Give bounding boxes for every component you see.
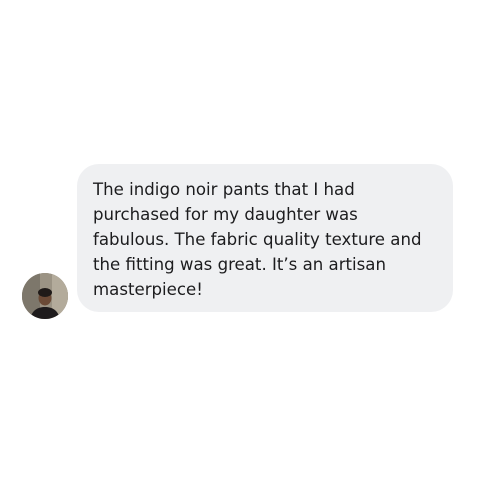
message-bubble[interactable]: The indigo noir pants that I had purchas… — [77, 164, 453, 312]
message-text: The indigo noir pants that I had purchas… — [93, 180, 422, 299]
avatar[interactable] — [22, 273, 68, 319]
user-photo-avatar-icon — [22, 273, 68, 319]
incoming-message-row: The indigo noir pants that I had purchas… — [0, 0, 480, 480]
chat-screen: The indigo noir pants that I had purchas… — [0, 0, 480, 480]
